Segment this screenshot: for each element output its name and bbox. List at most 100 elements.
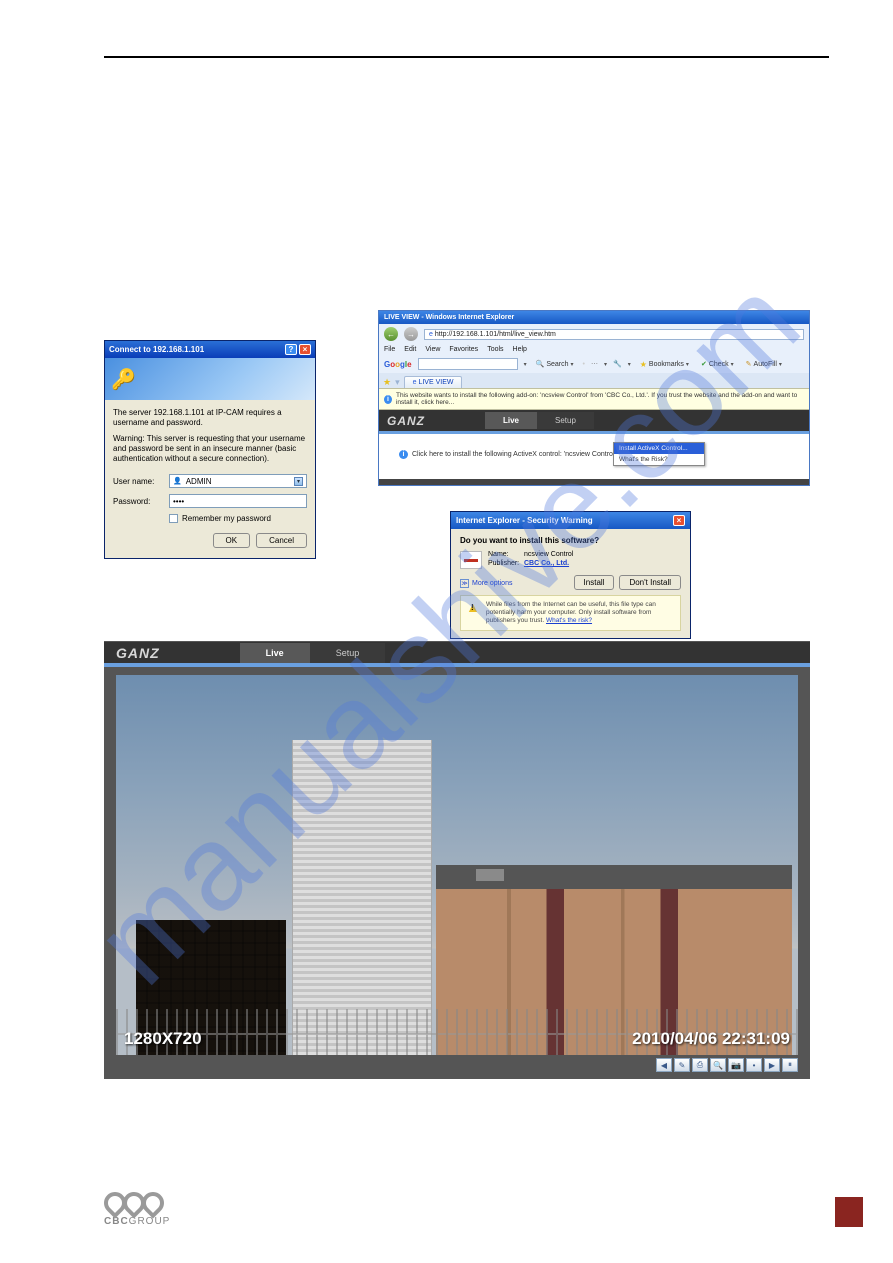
tool-snapshot-icon[interactable]: 📷 <box>728 1058 744 1072</box>
search-icon: 🔍 <box>536 360 545 368</box>
login-title: Connect to 192.168.1.101 <box>109 345 204 354</box>
favorites-arrow-icon[interactable]: ▾ <box>395 377 400 388</box>
forward-icon[interactable]: → <box>404 327 418 341</box>
remember-checkbox[interactable]: Remember my password <box>169 514 307 523</box>
security-warning-box: While files from the Internet can be use… <box>460 595 681 631</box>
security-question: Do you want to install this software? <box>460 536 681 545</box>
name-label: Name: <box>488 551 522 558</box>
building-tower <box>292 740 432 1055</box>
whats-risk-link[interactable]: What's the risk? <box>546 617 592 624</box>
activex-prompt[interactable]: i Click here to install the following Ac… <box>399 450 799 459</box>
ganz-logo: GANZ <box>387 414 425 428</box>
software-name: ncsview Control <box>524 551 573 558</box>
ie-titlebar: LIVE VIEW - Windows Internet Explorer <box>379 311 809 324</box>
favorites-star-icon[interactable]: ★ <box>383 377 391 388</box>
check-button[interactable]: ✔ Check ▾ <box>698 360 737 368</box>
chevron-down-icon[interactable]: ▾ <box>294 477 303 486</box>
google-toolbar: Google ▾ 🔍 Search ▾ • ⋯ ▾ 🔧 ▾ ★ Bookmark… <box>379 355 809 373</box>
more-options-label: More options <box>472 580 512 587</box>
browser-tab[interactable]: e LIVE VIEW <box>404 376 463 388</box>
search-button[interactable]: 🔍 Search ▾ <box>533 360 577 368</box>
ok-button[interactable]: OK <box>213 533 251 548</box>
camera-header: GANZ Live Setup <box>379 410 809 431</box>
main-camera-view: GANZ Live Setup 1280X720 2010/04/06 22:3… <box>104 641 810 1078</box>
ganz-logo: GANZ <box>116 645 160 661</box>
ie-browser-window: LIVE VIEW - Windows Internet Explorer ← … <box>378 310 810 486</box>
tool-display-icon[interactable]: ⎙ <box>692 1058 708 1072</box>
ie-icon: e <box>429 331 433 338</box>
osd-resolution: 1280X720 <box>124 1029 202 1049</box>
password-label: Password: <box>113 497 169 506</box>
chevron-down-icon[interactable]: ▾ <box>524 361 527 368</box>
tab-live[interactable]: Live <box>240 643 310 663</box>
autofill-icon: ✎ <box>746 360 752 368</box>
menu-whats-risk[interactable]: What's the Risk? <box>614 454 704 465</box>
tool-draw-icon[interactable]: ✎ <box>674 1058 690 1072</box>
cancel-button[interactable]: Cancel <box>256 533 307 548</box>
menu-tools[interactable]: Tools <box>487 346 503 353</box>
install-button[interactable]: Install <box>574 575 615 590</box>
more-options-toggle[interactable]: ≫ More options <box>460 579 512 588</box>
back-icon[interactable]: ← <box>384 327 398 341</box>
security-dialog: Internet Explorer - Security Warning × D… <box>450 511 691 639</box>
main-header: GANZ Live Setup <box>104 642 810 663</box>
ie-infobar[interactable]: i This website wants to install the foll… <box>379 388 809 410</box>
menu-edit[interactable]: Edit <box>404 346 416 353</box>
server-message: The server 192.168.1.101 at IP-CAM requi… <box>113 408 307 428</box>
info-icon: i <box>384 395 392 404</box>
header-rule <box>104 56 829 58</box>
help-icon[interactable]: ? <box>285 344 297 355</box>
infobar-text: This website wants to install the follow… <box>396 392 804 406</box>
ie-icon: e <box>413 379 417 386</box>
tab-setup[interactable]: Setup <box>310 643 386 663</box>
menu-install-activex[interactable]: Install ActiveX Control... <box>614 443 704 454</box>
security-titlebar: Internet Explorer - Security Warning × <box>451 512 690 529</box>
menu-view[interactable]: View <box>425 346 440 353</box>
close-icon[interactable]: × <box>673 515 685 526</box>
tool-play-icon[interactable]: ▶ <box>764 1058 780 1072</box>
login-titlebar: Connect to 192.168.1.101 ? × <box>105 341 315 358</box>
osd-timestamp: 2010/04/06 22:31:09 <box>632 1029 790 1049</box>
cam-tab-live[interactable]: Live <box>485 412 537 429</box>
username-value: ADMIN <box>186 477 212 486</box>
software-thumb-icon <box>460 551 482 569</box>
menu-file[interactable]: File <box>384 346 395 353</box>
cam-tab-setup[interactable]: Setup <box>537 412 594 429</box>
tool-sound-icon[interactable]: ◀ <box>656 1058 672 1072</box>
wrench-icon[interactable]: 🔧 <box>613 360 622 368</box>
keys-icon: 🔑 <box>111 367 136 392</box>
checkbox-icon <box>169 514 178 523</box>
warning-icon <box>466 601 480 615</box>
autofill-button[interactable]: ✎ AutoFill ▾ <box>743 360 785 368</box>
page-number-badge <box>835 1197 863 1227</box>
ie-address-bar: ← → e http://192.168.1.101/html/live_vie… <box>379 324 809 344</box>
menu-help[interactable]: Help <box>513 346 527 353</box>
username-combo[interactable]: 👤 ADMIN ▾ <box>169 474 307 488</box>
check-icon: ✔ <box>701 360 707 368</box>
bookmarks-button[interactable]: ★ Bookmarks ▾ <box>637 360 692 369</box>
password-value: •••• <box>173 497 184 506</box>
activex-context-menu: Install ActiveX Control... What's the Ri… <box>613 442 705 466</box>
publisher-label: Publisher: <box>488 560 522 567</box>
dont-install-button[interactable]: Don't Install <box>619 575 681 590</box>
cbc-logo: CBCGROUP <box>104 1192 170 1227</box>
info-icon: i <box>399 450 408 459</box>
menu-favorites[interactable]: Favorites <box>449 346 478 353</box>
page-footer: CBCGROUP <box>104 1192 863 1227</box>
ie-tab-strip: ★ ▾ e LIVE VIEW <box>379 373 809 388</box>
close-icon[interactable]: × <box>299 344 311 355</box>
logo-ring-icon <box>137 1187 168 1218</box>
google-logo: Google <box>384 360 412 369</box>
star-icon: ★ <box>640 360 647 369</box>
remember-label: Remember my password <box>182 514 271 523</box>
publisher-link[interactable]: CBC Co., Ltd. <box>524 560 569 567</box>
tool-record-icon[interactable]: • <box>746 1058 762 1072</box>
tool-pause-icon[interactable]: ⏸ <box>782 1058 798 1072</box>
ie-menu-bar: File Edit View Favorites Tools Help <box>379 344 809 355</box>
password-field[interactable]: •••• <box>169 494 307 508</box>
tool-zoom-icon[interactable]: 🔍 <box>710 1058 726 1072</box>
login-banner: 🔑 <box>105 358 315 400</box>
url-input[interactable]: e http://192.168.1.101/html/live_view.ht… <box>424 329 804 340</box>
video-viewport: 1280X720 2010/04/06 22:31:09 <box>116 675 798 1055</box>
google-search-input[interactable] <box>418 358 518 370</box>
